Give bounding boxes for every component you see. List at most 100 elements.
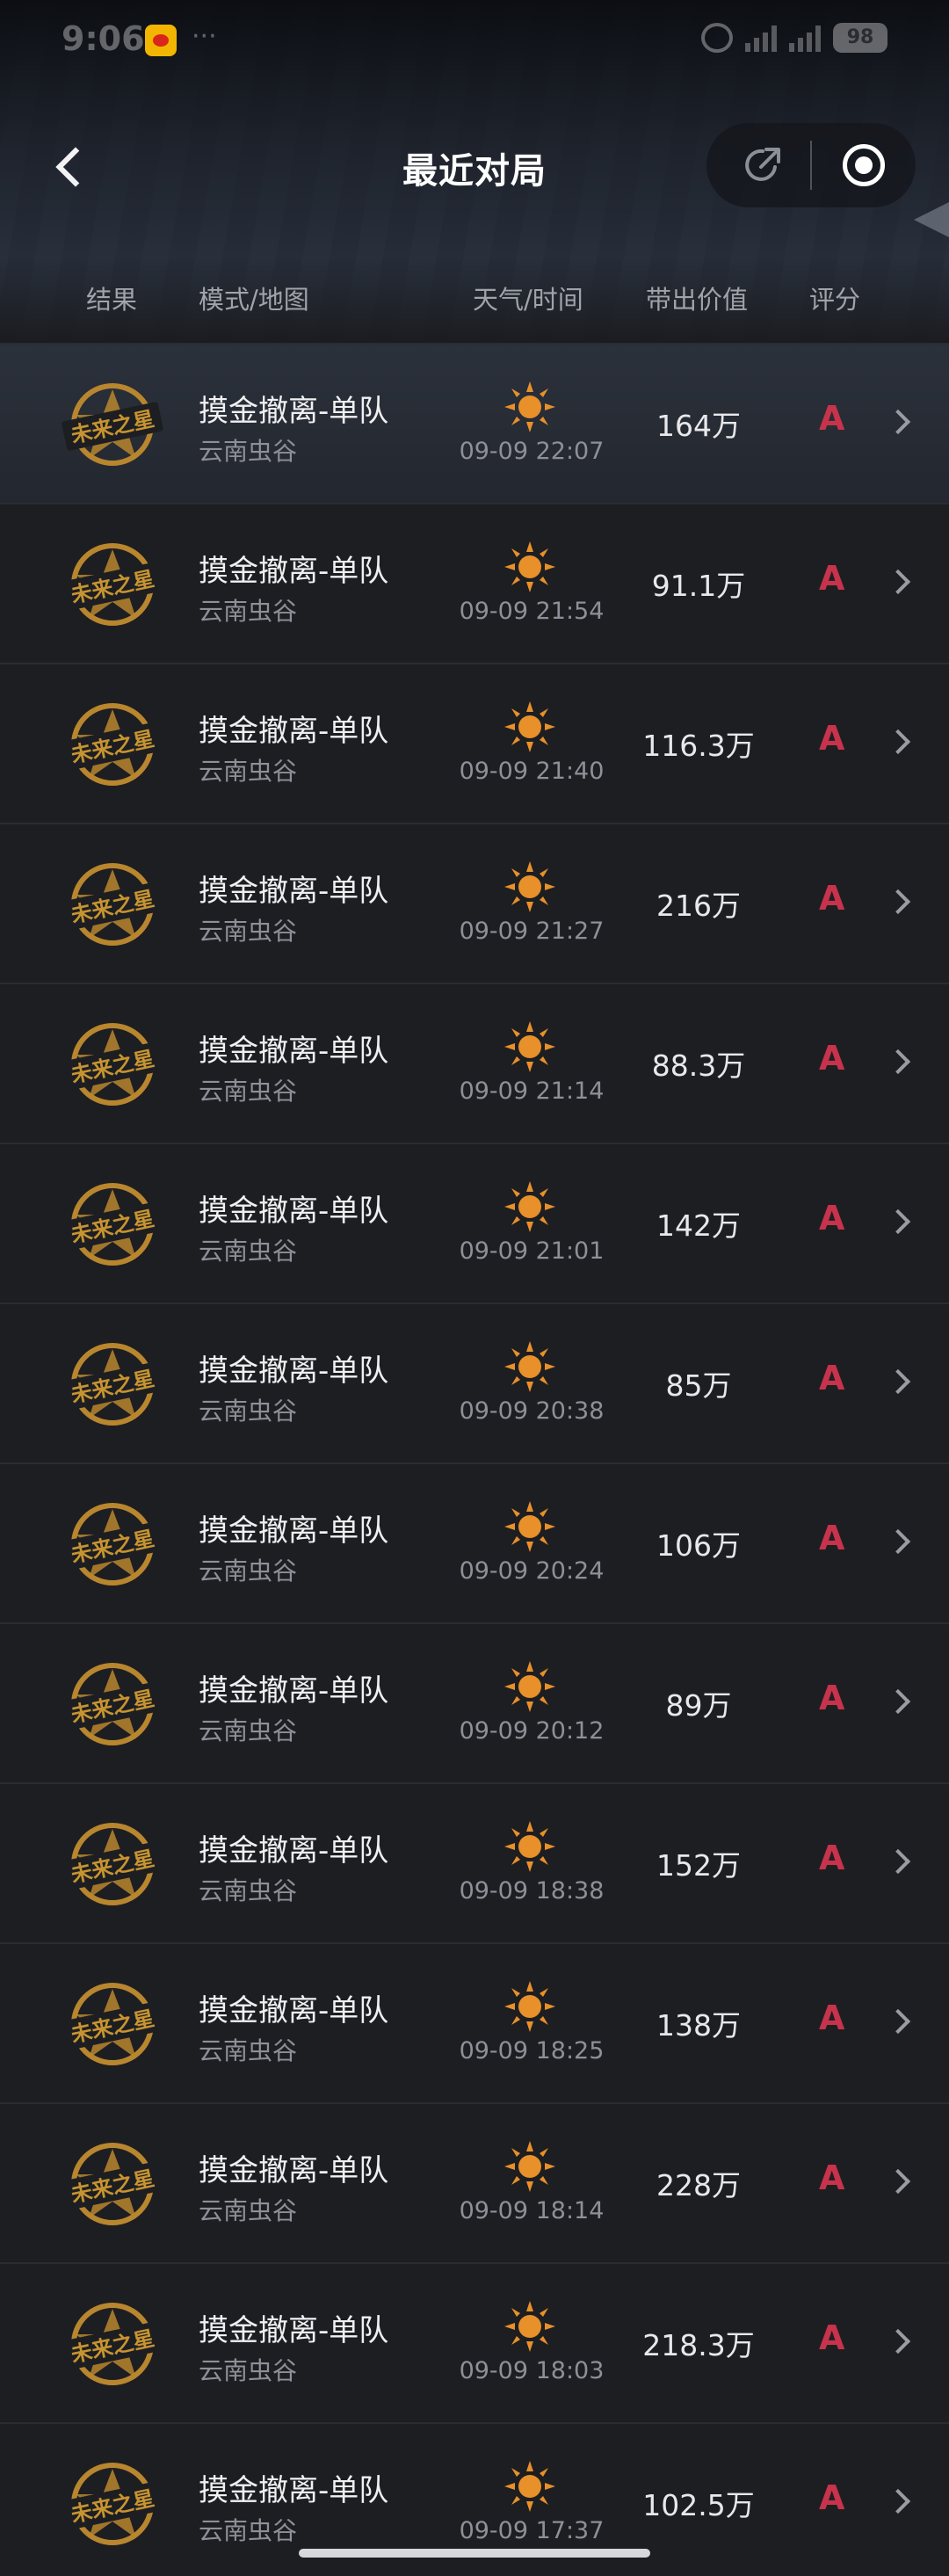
home-indicator[interactable] (299, 2549, 650, 2558)
extracted-value: 116.3万 (642, 729, 755, 763)
match-row[interactable]: 未来之星 摸金撤离-单队 云南虫谷 09-09 21:40 116.3万 A (0, 663, 949, 823)
sun-icon (504, 1181, 555, 1232)
match-time: 09-09 20:24 (459, 1557, 605, 1585)
match-mode: 摸金撤离-单队 (199, 714, 389, 749)
match-row[interactable]: 未来之星 摸金撤离-单队 云南虫谷 09-09 20:12 89万 A (0, 1622, 949, 1782)
match-row[interactable]: 未来之星 摸金撤离-单队 云南虫谷 09-09 21:27 216万 A (0, 823, 949, 983)
match-time: 09-09 21:54 (459, 598, 605, 625)
chevron-right-icon[interactable] (889, 1371, 909, 1390)
chevron-right-icon[interactable] (889, 1691, 909, 1710)
chevron-right-icon[interactable] (889, 1051, 909, 1070)
chevron-right-icon[interactable] (889, 2331, 909, 2350)
match-list: 未来之星 摸金撤离-单队 云南虫谷 09-09 22:07 164万 A 未来之… (0, 343, 949, 2576)
share-icon (745, 148, 780, 181)
match-mode: 摸金撤离-单队 (199, 1833, 389, 1869)
extracted-value: 138万 (656, 2008, 741, 2043)
chevron-right-icon[interactable] (889, 2491, 909, 2510)
chevron-right-icon[interactable] (889, 731, 909, 751)
chevron-right-icon[interactable] (889, 1851, 909, 1870)
chevron-right-icon[interactable] (889, 1531, 909, 1550)
match-rating: A (819, 1679, 845, 1717)
sun-icon (504, 1981, 555, 2032)
sun-icon (504, 2461, 555, 2512)
match-map: 云南虫谷 (199, 597, 298, 626)
signal-icon-2 (789, 24, 821, 52)
match-row[interactable]: 未来之星 摸金撤离-单队 云南虫谷 09-09 20:24 106万 A (0, 1462, 949, 1622)
match-mode: 摸金撤离-单队 (199, 554, 389, 589)
record-icon-dot (855, 156, 873, 174)
future-star-badge-icon: 未来之星 (62, 1183, 163, 1266)
future-star-badge-icon: 未来之星 (62, 1503, 163, 1586)
future-star-badge-icon: 未来之星 (62, 2143, 163, 2225)
match-row[interactable]: 未来之星 摸金撤离-单队 云南虫谷 09-09 21:14 88.3万 A (0, 983, 949, 1143)
extracted-value: 152万 (656, 1848, 741, 1883)
match-time: 09-09 18:25 (459, 2037, 605, 2064)
match-rating: A (819, 1199, 845, 1237)
sun-icon (504, 2141, 555, 2192)
extracted-value: 218.3万 (642, 2328, 755, 2362)
extracted-value: 102.5万 (642, 2488, 755, 2522)
match-time: 09-09 20:12 (459, 1717, 605, 1745)
match-rating: A (819, 2159, 845, 2197)
match-rating: A (819, 559, 845, 598)
more-notifications-icon: ··· (192, 21, 217, 52)
future-star-badge-icon: 未来之星 (62, 2303, 163, 2385)
column-rating: 评分 (809, 285, 861, 315)
match-map: 云南虫谷 (199, 917, 298, 946)
chevron-right-icon[interactable] (889, 571, 909, 591)
match-rating: A (819, 399, 845, 438)
match-row[interactable]: 未来之星 摸金撤离-单队 云南虫谷 09-09 21:01 142万 A (0, 1143, 949, 1303)
sun-icon (504, 381, 555, 432)
match-row[interactable]: 未来之星 摸金撤离-单队 云南虫谷 09-09 18:03 218.3万 A (0, 2262, 949, 2422)
match-rating: A (819, 2318, 845, 2357)
chevron-right-icon[interactable] (889, 411, 909, 431)
extracted-value: 228万 (656, 2168, 741, 2202)
match-time: 09-09 18:03 (459, 2357, 605, 2384)
match-rating: A (819, 1519, 845, 1557)
match-time: 09-09 18:38 (459, 1877, 605, 1905)
match-mode: 摸金撤离-单队 (199, 1993, 389, 2028)
chevron-right-icon[interactable] (889, 1211, 909, 1230)
match-time: 09-09 22:07 (459, 438, 605, 465)
column-header: 结果 模式/地图 天气/时间 带出价值 评分 (0, 255, 949, 339)
future-star-badge-icon: 未来之星 (62, 1983, 163, 2065)
status-bar: 9:06 ··· 98 (0, 0, 949, 79)
match-row[interactable]: 未来之星 摸金撤离-单队 云南虫谷 09-09 20:38 85万 A (0, 1303, 949, 1462)
match-mode: 摸金撤离-单队 (199, 2473, 389, 2508)
match-row[interactable]: 未来之星 摸金撤离-单队 云南虫谷 09-09 21:54 91.1万 A (0, 503, 949, 663)
match-map: 云南虫谷 (199, 2196, 298, 2225)
future-star-badge-icon: 未来之星 (62, 1823, 163, 1905)
chevron-right-icon[interactable] (889, 891, 909, 911)
extracted-value: 91.1万 (651, 569, 746, 603)
share-button[interactable] (706, 123, 810, 207)
extracted-value: 88.3万 (651, 1049, 746, 1083)
future-star-badge-icon: 未来之星 (62, 1023, 163, 1106)
match-rating: A (819, 879, 845, 918)
match-map: 云南虫谷 (199, 757, 298, 786)
chevron-right-icon[interactable] (889, 2171, 909, 2190)
match-map: 云南虫谷 (199, 1077, 298, 1106)
match-row[interactable]: 未来之星 摸金撤离-单队 云南虫谷 09-09 18:14 228万 A (0, 2102, 949, 2262)
extracted-value: 142万 (656, 1208, 741, 1243)
sun-icon (504, 701, 555, 752)
match-row[interactable]: 未来之星 摸金撤离-单队 云南虫谷 09-09 18:38 152万 A (0, 1782, 949, 1942)
match-mode: 摸金撤离-单队 (199, 874, 389, 909)
future-star-badge-icon: 未来之星 (62, 543, 163, 626)
extracted-value: 106万 (656, 1528, 741, 1563)
chevron-right-icon[interactable] (889, 2011, 909, 2030)
sun-icon (504, 2301, 555, 2352)
match-time: 09-09 21:40 (459, 758, 605, 785)
match-time: 09-09 20:38 (459, 1397, 605, 1425)
future-star-badge-icon: 未来之星 (62, 2463, 163, 2545)
status-indicators: 98 (701, 23, 887, 53)
match-map: 云南虫谷 (199, 1397, 298, 1426)
column-mode-map: 模式/地图 (199, 285, 309, 315)
match-row[interactable]: 未来之星 摸金撤离-单队 云南虫谷 09-09 18:25 138万 A (0, 1942, 949, 2102)
column-value: 带出价值 (646, 285, 749, 315)
column-result: 结果 (86, 285, 138, 315)
match-map: 云南虫谷 (199, 1876, 298, 1905)
match-row[interactable]: 未来之星 摸金撤离-单队 云南虫谷 09-09 22:07 164万 A (0, 343, 949, 503)
extracted-value: 89万 (665, 1688, 732, 1723)
sun-icon (504, 861, 555, 912)
record-button[interactable] (812, 123, 916, 207)
